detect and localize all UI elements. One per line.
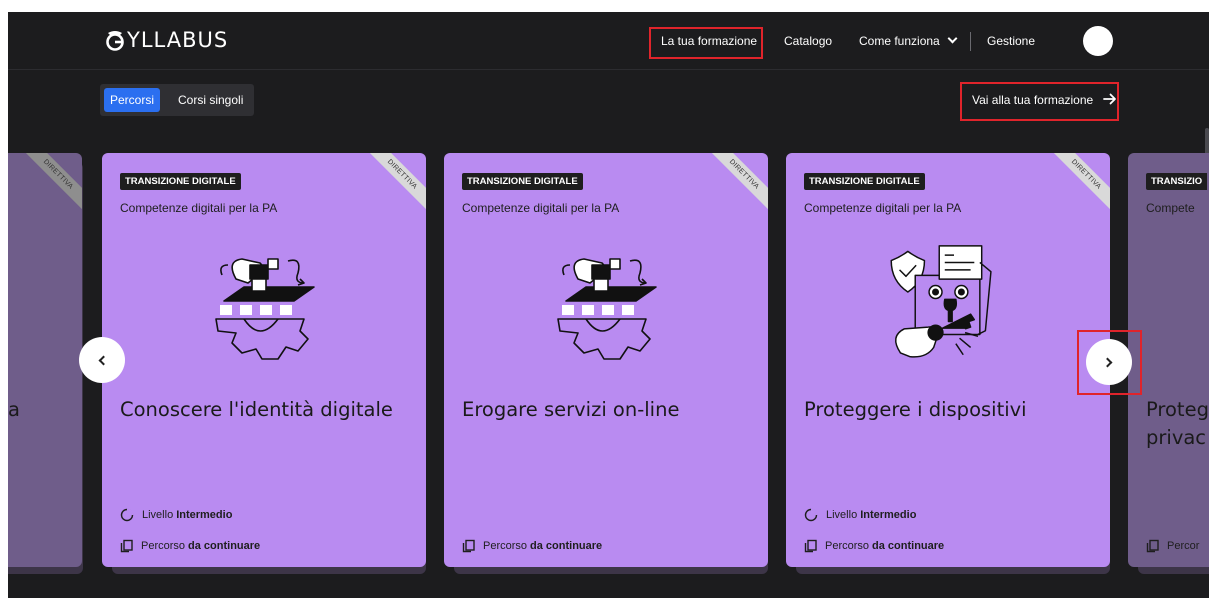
chevron-left-icon [98,355,109,365]
card-status: Percorso da continuare [462,539,602,553]
direttiva-ribbon: DIRETTIVA [703,153,768,216]
direttiva-ribbon: DIRETTIVA [17,153,82,216]
status-value: da continuare [872,540,945,552]
hand-gear-icon [557,258,657,360]
level-label: Livello [826,509,858,521]
go-to-training-link[interactable]: Vai alla tua formazione [972,93,1093,107]
card-level: Livello Intermedio [120,508,232,522]
status-value: da continuare [530,540,603,552]
view-toggle: Percorsi Corsi singoli [100,84,254,116]
status-label: Percorso [141,540,186,552]
nav-catalogo[interactable]: Catalogo [784,34,832,48]
card-title-line: Proteg [1146,398,1209,421]
nav-come-funziona[interactable]: Come funziona [859,33,958,48]
level-progress-icon [804,508,818,522]
copy-icon [1146,539,1159,553]
top-header: YLLABUS La tua formazione Catalogo Come … [8,12,1209,70]
tab-percorsi[interactable]: Percorsi [104,88,161,112]
highlight-box-next [1077,330,1142,395]
status-label: Percorso [483,540,528,552]
card-subtitle: Competenze digitali per la PA [120,201,278,215]
card-status: Percorso da continuare [120,539,260,553]
status-label: Percorso [825,540,870,552]
level-progress-icon [120,508,134,522]
card-level: Livello Intermedio [804,508,916,522]
card-title-line: privac [1146,426,1207,449]
card-status: Percor [1146,539,1199,553]
copy-icon [804,539,817,553]
category-badge: TRANSIZIONE DIGITALE [120,173,241,190]
card-title: Erogare servizi on-line [462,398,680,421]
user-avatar[interactable] [1083,26,1113,56]
category-badge: TRANSIZIONE DIGITALE [462,173,583,190]
course-card[interactable]: DIRETTIVA TRANSIZIONE DIGITALE Competenz… [444,153,768,567]
direttiva-ribbon: DIRETTIVA [361,153,426,216]
logo-mark-icon [106,31,124,51]
card-status: Percorso da continuare [804,539,944,553]
nav-come-funziona-label: Come funziona [859,34,940,48]
direttiva-ribbon: DIRETTIVA [1045,153,1110,216]
chevron-down-icon [947,33,958,44]
hand-gear-icon [215,258,315,360]
app-window: YLLABUS La tua formazione Catalogo Come … [8,12,1209,598]
copy-icon [462,539,475,553]
nav-divider [970,32,971,51]
category-badge: TRANSIZIO [1146,173,1208,190]
card-title: Conoscere l'identità digitale [120,398,393,421]
course-card[interactable]: DIRETTIVA TRANSIZIONE DIGITALE Competenz… [102,153,426,567]
card-title: Proteg privac [1146,396,1209,452]
card-title: Proteggere i dispositivi [804,398,1027,421]
status-label: Percor [1167,540,1200,552]
level-value: Intermedio [176,509,233,521]
arrow-right-icon[interactable] [1102,91,1118,107]
nav-gestione[interactable]: Gestione [987,34,1035,48]
level-value: Intermedio [860,509,917,521]
course-card-partial-left[interactable]: DIRETTIVA a [8,153,82,567]
card-subtitle: Competenze digitali per la PA [804,201,962,215]
category-badge: TRANSIZIONE DIGITALE [804,173,925,190]
syllabus-logo[interactable]: YLLABUS [104,28,228,52]
card-title-fragment: a [8,398,20,421]
shield-lock-key-icon [890,245,992,358]
card-subtitle: Competenze digitali per la PA [462,201,620,215]
carousel-prev-button[interactable] [79,337,125,383]
copy-icon [120,539,133,553]
highlight-box-nav [649,27,763,59]
level-label: Livello [142,509,174,521]
tab-corsi-singoli[interactable]: Corsi singoli [172,88,249,112]
logo-text: YLLABUS [127,28,229,52]
status-value: da continuare [188,540,261,552]
course-card[interactable]: DIRETTIVA TRANSIZIONE DIGITALE Competenz… [786,153,1110,567]
card-subtitle: Compete [1146,201,1195,215]
